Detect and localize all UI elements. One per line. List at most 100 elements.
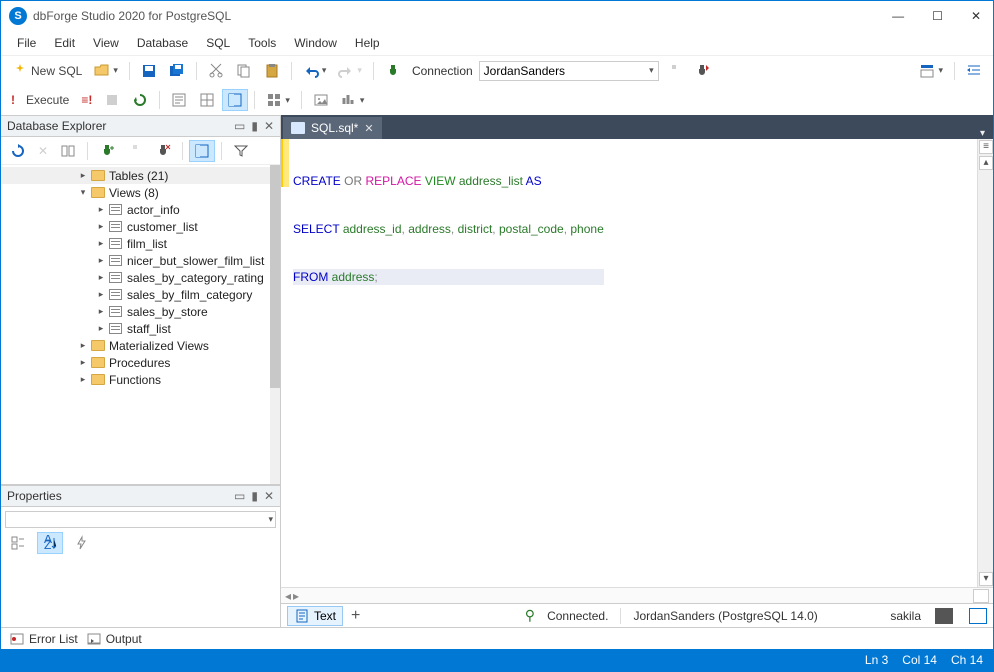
filter-button[interactable]: [228, 140, 254, 162]
show-pivot-button[interactable]: [222, 89, 248, 111]
undo-button[interactable]: ▾: [298, 60, 332, 82]
expand-icon[interactable]: ▸: [95, 221, 107, 232]
show-text-button[interactable]: [166, 89, 192, 111]
stop-button[interactable]: [99, 89, 125, 111]
save-button[interactable]: [136, 60, 162, 82]
layout-dropdown-button[interactable]: ▾: [914, 60, 948, 82]
close-button[interactable]: ✕: [967, 9, 985, 23]
tree-node[interactable]: ▸sales_by_category_rating: [1, 269, 280, 286]
expand-icon[interactable]: ▸: [95, 272, 107, 283]
expand-icon[interactable]: ▸: [95, 204, 107, 215]
events-button[interactable]: [69, 532, 95, 554]
tab-sql-file[interactable]: SQL.sql* ✕: [283, 117, 382, 139]
expand-icon[interactable]: ▸: [95, 323, 107, 334]
expand-icon[interactable]: ▸: [95, 306, 107, 317]
menu-view[interactable]: View: [85, 34, 127, 52]
expand-icon[interactable]: ▾: [77, 187, 89, 198]
new-sql-button[interactable]: New SQL: [7, 60, 87, 82]
minimize-button[interactable]: —: [888, 9, 908, 23]
expand-icon[interactable]: ▸: [77, 340, 89, 351]
connection-select[interactable]: JordanSanders ▾: [479, 61, 659, 81]
tree-node[interactable]: ▸actor_info: [1, 201, 280, 218]
tree-node[interactable]: ▸Procedures: [1, 354, 280, 371]
tree-node[interactable]: ▸nicer_but_slower_film_list: [1, 252, 280, 269]
pin-icon[interactable]: ▮: [251, 489, 258, 503]
expand-icon[interactable]: ▸: [77, 357, 89, 368]
output-tab[interactable]: Output: [86, 631, 142, 647]
tree-node[interactable]: ▸film_list: [1, 235, 280, 252]
indent-button[interactable]: [961, 60, 987, 82]
tree-node[interactable]: ▸Materialized Views: [1, 337, 280, 354]
split-toggle-icon[interactable]: ≡: [979, 140, 993, 154]
scroll-up-icon[interactable]: ▴: [979, 156, 993, 170]
add-view-button[interactable]: +: [351, 607, 360, 625]
tabs-overflow-icon[interactable]: ▾: [972, 128, 993, 139]
code-content[interactable]: CREATE OR REPLACE VIEW address_list AS S…: [289, 139, 608, 587]
expand-icon[interactable]: ▸: [95, 289, 107, 300]
scroll-left-icon[interactable]: ◂: [285, 589, 291, 603]
image-button[interactable]: [308, 89, 334, 111]
execute-button[interactable]: Execute: [21, 90, 74, 110]
connect-button[interactable]: [380, 60, 406, 82]
tree-node[interactable]: ▸staff_list: [1, 320, 280, 337]
execute-to-cursor-button[interactable]: ≡!: [76, 90, 97, 110]
window-position-icon[interactable]: ▭: [234, 489, 245, 503]
tree-node[interactable]: ▸Functions: [1, 371, 280, 388]
hscroll-right-icon[interactable]: [973, 589, 989, 603]
expand-icon[interactable]: ▸: [95, 255, 107, 266]
code-editor[interactable]: CREATE OR REPLACE VIEW address_list AS S…: [281, 139, 993, 587]
result-mode-text-icon[interactable]: [969, 608, 987, 624]
expand-icon[interactable]: ▸: [95, 238, 107, 249]
paste-button[interactable]: [259, 60, 285, 82]
error-list-tab[interactable]: Error List: [9, 631, 78, 647]
menu-file[interactable]: File: [9, 34, 44, 52]
copy-button[interactable]: [231, 60, 257, 82]
menu-database[interactable]: Database: [129, 34, 196, 52]
close-panel-icon[interactable]: ✕: [264, 489, 274, 503]
menu-help[interactable]: Help: [347, 34, 388, 52]
columns-button[interactable]: [55, 140, 81, 162]
scroll-down-icon[interactable]: ▾: [979, 572, 993, 586]
menu-edit[interactable]: Edit: [46, 34, 83, 52]
collapse-all-button[interactable]: [189, 140, 215, 162]
disconnect-all-button[interactable]: [689, 60, 715, 82]
maximize-button[interactable]: ☐: [928, 9, 947, 23]
menu-sql[interactable]: SQL: [198, 34, 238, 52]
disconnect-button[interactable]: [661, 60, 687, 82]
editor-vscrollbar[interactable]: ≡ ▴ ▾: [977, 139, 993, 587]
text-view-tab[interactable]: Text: [287, 606, 343, 626]
tree-node[interactable]: ▸sales_by_film_category: [1, 286, 280, 303]
menu-window[interactable]: Window: [286, 34, 345, 52]
scroll-right-icon[interactable]: ▸: [293, 589, 299, 603]
result-mode-grid-icon[interactable]: [935, 608, 953, 624]
tab-close-icon[interactable]: ✕: [364, 122, 373, 135]
open-dropdown-button[interactable]: ▾: [89, 60, 123, 82]
new-connection-button[interactable]: [94, 140, 120, 162]
expand-icon[interactable]: ▸: [77, 374, 89, 385]
tree-node[interactable]: ▸Tables (21): [1, 167, 280, 184]
tree-node[interactable]: ▸customer_list: [1, 218, 280, 235]
redo-button[interactable]: ▾: [333, 60, 367, 82]
window-position-icon[interactable]: ▭: [234, 119, 245, 133]
sort-alpha-button[interactable]: AZ: [37, 532, 63, 554]
remove-connection-button[interactable]: [150, 140, 176, 162]
tree-node[interactable]: ▾Views (8): [1, 184, 280, 201]
refresh-tree-button[interactable]: [5, 140, 31, 162]
delete-node-button[interactable]: ✕: [33, 141, 53, 161]
categorize-button[interactable]: [5, 532, 31, 554]
tree-view[interactable]: ▸Tables (21)▾Views (8)▸actor_info▸custom…: [1, 165, 280, 484]
pin-icon[interactable]: ▮: [251, 119, 258, 133]
cut-button[interactable]: [203, 60, 229, 82]
properties-selector[interactable]: ▾: [5, 511, 276, 528]
tree-node[interactable]: ▸sales_by_store: [1, 303, 280, 320]
menu-tools[interactable]: Tools: [240, 34, 284, 52]
refresh-exec-button[interactable]: [127, 89, 153, 111]
show-grid-button[interactable]: [194, 89, 220, 111]
expand-icon[interactable]: ▸: [77, 170, 89, 181]
disconnect-tree-button[interactable]: [122, 140, 148, 162]
chart-dropdown-button[interactable]: ▾: [336, 89, 370, 111]
editor-hscrollbar[interactable]: ◂▸: [281, 587, 993, 603]
close-panel-icon[interactable]: ✕: [264, 119, 274, 133]
save-all-button[interactable]: [164, 60, 190, 82]
results-dropdown-button[interactable]: ▾: [261, 89, 295, 111]
